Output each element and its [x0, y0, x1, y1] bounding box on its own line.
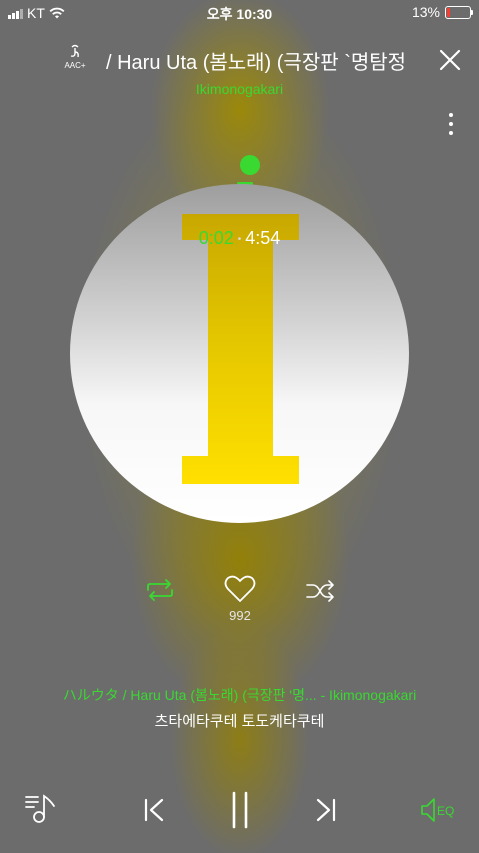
eq-button[interactable]: EQ [420, 796, 460, 824]
shuffle-icon[interactable] [305, 580, 335, 602]
playback-time: 0:02 • 4:54 [70, 228, 409, 249]
secondary-controls: 992 [0, 575, 479, 635]
eq-speaker-icon [421, 798, 435, 822]
song-title-marquee: / Haru Uta (봄노래) (극장판 `명탐정 [106, 52, 407, 74]
status-bar: KT 오후 10:30 13% [0, 0, 479, 26]
like-count: 992 [229, 608, 251, 623]
aac-plus-icon [70, 44, 79, 58]
playlist-icon[interactable] [24, 792, 60, 826]
pause-icon[interactable] [226, 790, 254, 830]
song-info-line[interactable]: ハルウタ / Haru Uta (봄노래) (극장판 '명... - Ikimo… [0, 685, 479, 705]
heart-icon[interactable] [224, 575, 256, 603]
current-time: 0:02 [198, 228, 234, 248]
artist-name[interactable]: Ikimonogakari [0, 81, 479, 97]
more-icon[interactable] [444, 113, 458, 137]
previous-icon[interactable] [140, 796, 168, 824]
eq-label: EQ [437, 804, 455, 818]
status-right: 13% [411, 4, 473, 20]
player-header: AAC+ / Haru Uta (봄노래) (극장판 `명탐정 Ikimonog… [0, 40, 479, 110]
next-icon[interactable] [312, 796, 340, 824]
codec-label: AAC+ [64, 61, 86, 70]
lyric-line[interactable]: 츠타에타쿠테 토도케타쿠테 [0, 710, 479, 731]
close-icon[interactable] [436, 46, 464, 74]
playback-controls: EQ [0, 782, 479, 832]
battery-percent: 13% [411, 4, 440, 20]
aac-plus-button[interactable]: AAC+ [62, 44, 88, 70]
status-time: 오후 10:30 [206, 6, 273, 22]
battery-icon [445, 5, 473, 19]
repeat-icon[interactable] [145, 579, 175, 601]
total-time: 4:54 [245, 228, 281, 248]
time-separator: • [237, 233, 242, 245]
position-dot [240, 155, 260, 175]
album-art-circle[interactable]: 0:02 • 4:54 [70, 184, 409, 523]
